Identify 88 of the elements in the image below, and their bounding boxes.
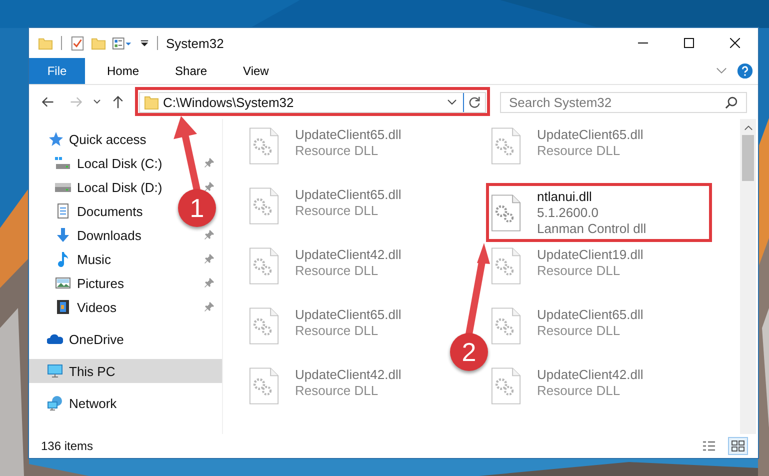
- pin-icon[interactable]: [204, 254, 214, 264]
- nav-item[interactable]: This PC: [29, 359, 222, 383]
- dropdown-icon[interactable]: [447, 99, 457, 105]
- drive-icon: [55, 155, 71, 171]
- close-icon[interactable]: [730, 38, 740, 48]
- nav-item[interactable]: Videos: [29, 295, 174, 319]
- gear-file-icon[interactable]: [249, 127, 279, 165]
- nav-item[interactable]: OneDrive: [29, 327, 222, 351]
- search-icon[interactable]: [725, 96, 738, 108]
- up-icon[interactable]: [111, 95, 125, 109]
- file-detail: Resource DLL: [295, 263, 378, 279]
- network-icon: [47, 395, 63, 411]
- address-field[interactable]: C:\Windows\System32: [163, 94, 447, 110]
- film-icon: [55, 299, 71, 315]
- file-name[interactable]: UpdateClient19.dll: [537, 247, 644, 263]
- ribbon-tab[interactable]: Home: [93, 58, 154, 84]
- file-name[interactable]: ntlanui.dll: [537, 189, 592, 205]
- checklist-icon[interactable]: [70, 36, 85, 50]
- scroll-up-icon[interactable]: [744, 125, 752, 131]
- gear-file-icon[interactable]: [249, 307, 279, 345]
- gear-file-icon[interactable]: [491, 194, 521, 232]
- gear-file-icon[interactable]: [249, 187, 279, 225]
- file-name[interactable]: UpdateClient65.dll: [537, 307, 644, 323]
- document-icon: [55, 203, 71, 219]
- file-name[interactable]: UpdateClient42.dll: [295, 367, 402, 383]
- file-name[interactable]: UpdateClient65.dll: [295, 187, 402, 203]
- gear-file-icon[interactable]: [491, 247, 521, 285]
- gear-file-icon[interactable]: [491, 307, 521, 345]
- nav-item[interactable]: Quick access: [29, 127, 222, 151]
- refresh-icon[interactable]: [468, 96, 481, 108]
- file-detail: Resource DLL: [295, 143, 378, 159]
- file-tab[interactable]: File: [29, 58, 85, 84]
- item-count: 136 items: [41, 439, 94, 453]
- back-icon[interactable]: [41, 95, 55, 109]
- music-note-icon: [55, 251, 71, 267]
- search-box[interactable]: Search System32: [500, 92, 747, 112]
- window-title: System32: [166, 36, 224, 50]
- gear-file-icon[interactable]: [491, 367, 521, 405]
- file-detail: Resource DLL: [295, 323, 378, 339]
- file-name[interactable]: UpdateClient42.dll: [295, 247, 402, 263]
- recent-locations-icon[interactable]: [93, 99, 101, 105]
- file-name[interactable]: UpdateClient65.dll: [295, 307, 402, 323]
- scrollbar[interactable]: [740, 119, 756, 434]
- file-detail: Resource DLL: [295, 203, 378, 219]
- pin-icon[interactable]: [204, 302, 214, 312]
- customize-menu-icon[interactable]: [140, 38, 149, 48]
- nav-item[interactable]: Music: [29, 247, 174, 271]
- file-name[interactable]: UpdateClient65.dll: [537, 127, 644, 143]
- file-detail: Resource DLL: [295, 383, 378, 399]
- star-icon: [47, 131, 63, 147]
- folder-icon[interactable]: [91, 36, 106, 50]
- nav-item[interactable]: Downloads: [29, 223, 174, 247]
- gear-file-icon[interactable]: [491, 127, 521, 165]
- ribbon-tab[interactable]: Share: [161, 58, 222, 84]
- image-icon: [55, 275, 71, 291]
- minimize-icon[interactable]: [638, 42, 648, 44]
- scroll-thumb[interactable]: [742, 135, 754, 181]
- folder-icon: [144, 94, 159, 110]
- file-detail: Resource DLL: [537, 143, 620, 159]
- pin-icon[interactable]: [204, 158, 214, 168]
- file-detail: Resource DLL: [537, 323, 620, 339]
- address-bar[interactable]: C:\Windows\System32: [139, 92, 486, 112]
- expand-ribbon-icon[interactable]: [716, 67, 727, 75]
- file-detail: Resource DLL: [537, 383, 620, 399]
- file-detail: 5.1.2600.0: [537, 205, 598, 221]
- pin-icon[interactable]: [204, 182, 214, 192]
- pin-icon[interactable]: [204, 230, 214, 240]
- nav-item[interactable]: Documents: [29, 199, 174, 223]
- large-icons-view-icon[interactable]: [728, 437, 748, 455]
- ribbon-tab[interactable]: View: [229, 58, 283, 84]
- nav-item[interactable]: Local Disk (D:): [29, 175, 174, 199]
- file-name[interactable]: UpdateClient42.dll: [537, 367, 644, 383]
- properties-icon[interactable]: [112, 36, 132, 50]
- nav-item[interactable]: Local Disk (C:): [29, 151, 174, 175]
- gear-file-icon[interactable]: [249, 367, 279, 405]
- monitor-icon: [47, 363, 63, 379]
- download-icon: [55, 227, 71, 243]
- maximize-icon[interactable]: [684, 38, 694, 48]
- file-detail: Lanman Control dll: [537, 221, 646, 237]
- file-name[interactable]: UpdateClient65.dll: [295, 127, 402, 143]
- folder-icon[interactable]: [38, 36, 53, 50]
- help-icon[interactable]: [737, 63, 753, 79]
- forward-icon[interactable]: [69, 95, 83, 109]
- gear-file-icon[interactable]: [249, 247, 279, 285]
- nav-item[interactable]: Network: [29, 391, 222, 415]
- pin-icon[interactable]: [204, 278, 214, 288]
- file-detail: Resource DLL: [537, 263, 620, 279]
- nav-item[interactable]: Pictures: [29, 271, 174, 295]
